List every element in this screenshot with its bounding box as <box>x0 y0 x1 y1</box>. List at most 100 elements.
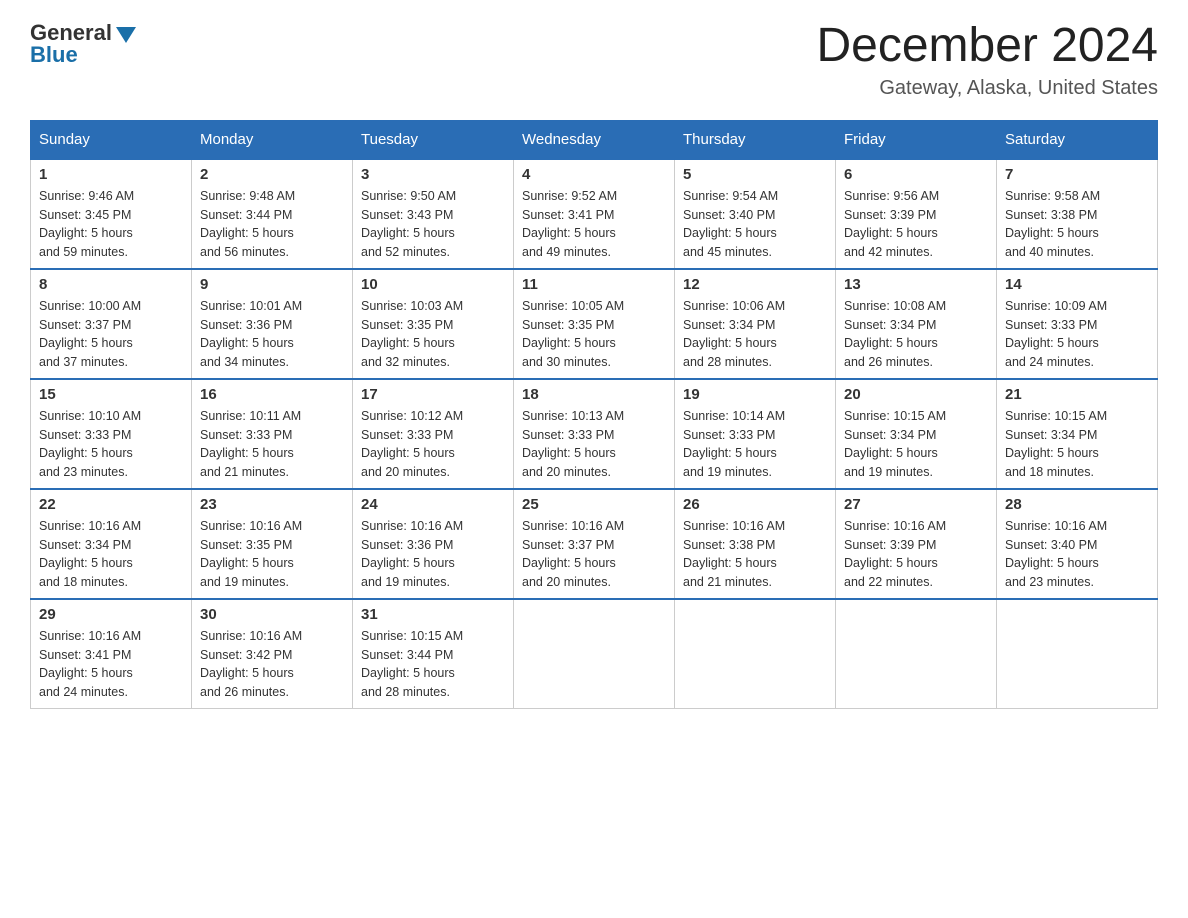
sunrise-text: Sunrise: 10:14 AM <box>683 409 785 423</box>
day-number: 3 <box>361 166 505 183</box>
sunrise-text: Sunrise: 10:09 AM <box>1005 299 1107 313</box>
calendar-day-cell: 9 Sunrise: 10:01 AM Sunset: 3:36 PM Dayl… <box>192 269 353 379</box>
day-info: Sunrise: 9:46 AM Sunset: 3:45 PM Dayligh… <box>39 187 183 262</box>
day-number: 24 <box>361 496 505 513</box>
daylight-text: Daylight: 5 hours <box>361 666 455 680</box>
sunset-text: Sunset: 3:44 PM <box>361 648 453 662</box>
day-number: 5 <box>683 166 827 183</box>
day-number: 23 <box>200 496 344 513</box>
sunrise-text: Sunrise: 9:50 AM <box>361 189 456 203</box>
day-info: Sunrise: 10:09 AM Sunset: 3:33 PM Daylig… <box>1005 297 1149 372</box>
day-number: 2 <box>200 166 344 183</box>
sunset-text: Sunset: 3:36 PM <box>200 318 292 332</box>
sunrise-text: Sunrise: 10:08 AM <box>844 299 946 313</box>
sunset-text: Sunset: 3:43 PM <box>361 208 453 222</box>
logo: General Blue <box>30 20 136 68</box>
daylight-minutes-text: and 23 minutes. <box>1005 575 1094 589</box>
day-info: Sunrise: 10:16 AM Sunset: 3:38 PM Daylig… <box>683 517 827 592</box>
daylight-text: Daylight: 5 hours <box>522 446 616 460</box>
daylight-minutes-text: and 20 minutes. <box>361 465 450 479</box>
sunset-text: Sunset: 3:35 PM <box>522 318 614 332</box>
sunrise-text: Sunrise: 10:06 AM <box>683 299 785 313</box>
daylight-text: Daylight: 5 hours <box>522 556 616 570</box>
daylight-text: Daylight: 5 hours <box>1005 226 1099 240</box>
daylight-text: Daylight: 5 hours <box>200 446 294 460</box>
calendar-week-row: 15 Sunrise: 10:10 AM Sunset: 3:33 PM Day… <box>31 379 1158 489</box>
day-number: 12 <box>683 276 827 293</box>
daylight-minutes-text: and 32 minutes. <box>361 355 450 369</box>
sunrise-text: Sunrise: 10:16 AM <box>683 519 785 533</box>
sunset-text: Sunset: 3:33 PM <box>200 428 292 442</box>
sunset-text: Sunset: 3:34 PM <box>844 318 936 332</box>
daylight-text: Daylight: 5 hours <box>844 446 938 460</box>
calendar-day-header: Monday <box>192 120 353 159</box>
calendar-title: December 2024 <box>816 20 1158 73</box>
daylight-text: Daylight: 5 hours <box>39 446 133 460</box>
day-info: Sunrise: 10:15 AM Sunset: 3:44 PM Daylig… <box>361 627 505 702</box>
daylight-text: Daylight: 5 hours <box>200 556 294 570</box>
daylight-text: Daylight: 5 hours <box>844 336 938 350</box>
sunset-text: Sunset: 3:34 PM <box>844 428 936 442</box>
day-info: Sunrise: 10:12 AM Sunset: 3:33 PM Daylig… <box>361 407 505 482</box>
daylight-text: Daylight: 5 hours <box>844 556 938 570</box>
sunset-text: Sunset: 3:38 PM <box>1005 208 1097 222</box>
calendar-day-cell: 10 Sunrise: 10:03 AM Sunset: 3:35 PM Day… <box>353 269 514 379</box>
sunset-text: Sunset: 3:35 PM <box>361 318 453 332</box>
sunset-text: Sunset: 3:44 PM <box>200 208 292 222</box>
day-number: 17 <box>361 386 505 403</box>
logo-blue-text: Blue <box>30 42 78 68</box>
day-number: 4 <box>522 166 666 183</box>
day-number: 30 <box>200 606 344 623</box>
day-info: Sunrise: 10:14 AM Sunset: 3:33 PM Daylig… <box>683 407 827 482</box>
calendar-day-cell: 28 Sunrise: 10:16 AM Sunset: 3:40 PM Day… <box>997 489 1158 599</box>
sunset-text: Sunset: 3:38 PM <box>683 538 775 552</box>
daylight-minutes-text: and 21 minutes. <box>683 575 772 589</box>
sunrise-text: Sunrise: 10:15 AM <box>1005 409 1107 423</box>
sunrise-text: Sunrise: 10:16 AM <box>844 519 946 533</box>
calendar-day-cell: 17 Sunrise: 10:12 AM Sunset: 3:33 PM Day… <box>353 379 514 489</box>
sunrise-text: Sunrise: 10:16 AM <box>522 519 624 533</box>
daylight-minutes-text: and 37 minutes. <box>39 355 128 369</box>
calendar-day-cell: 22 Sunrise: 10:16 AM Sunset: 3:34 PM Day… <box>31 489 192 599</box>
calendar-day-cell <box>997 599 1158 709</box>
sunset-text: Sunset: 3:41 PM <box>522 208 614 222</box>
calendar-week-row: 8 Sunrise: 10:00 AM Sunset: 3:37 PM Dayl… <box>31 269 1158 379</box>
daylight-text: Daylight: 5 hours <box>39 336 133 350</box>
sunset-text: Sunset: 3:40 PM <box>683 208 775 222</box>
day-number: 15 <box>39 386 183 403</box>
calendar-day-cell: 2 Sunrise: 9:48 AM Sunset: 3:44 PM Dayli… <box>192 159 353 269</box>
daylight-minutes-text: and 23 minutes. <box>39 465 128 479</box>
calendar-day-cell: 5 Sunrise: 9:54 AM Sunset: 3:40 PM Dayli… <box>675 159 836 269</box>
calendar-day-cell: 27 Sunrise: 10:16 AM Sunset: 3:39 PM Day… <box>836 489 997 599</box>
calendar-week-row: 22 Sunrise: 10:16 AM Sunset: 3:34 PM Day… <box>31 489 1158 599</box>
daylight-text: Daylight: 5 hours <box>200 336 294 350</box>
sunrise-text: Sunrise: 9:48 AM <box>200 189 295 203</box>
day-info: Sunrise: 10:08 AM Sunset: 3:34 PM Daylig… <box>844 297 988 372</box>
calendar-day-cell: 13 Sunrise: 10:08 AM Sunset: 3:34 PM Day… <box>836 269 997 379</box>
day-info: Sunrise: 10:03 AM Sunset: 3:35 PM Daylig… <box>361 297 505 372</box>
day-info: Sunrise: 10:06 AM Sunset: 3:34 PM Daylig… <box>683 297 827 372</box>
sunset-text: Sunset: 3:40 PM <box>1005 538 1097 552</box>
title-area: December 2024 Gateway, Alaska, United St… <box>816 20 1158 100</box>
daylight-text: Daylight: 5 hours <box>39 556 133 570</box>
day-info: Sunrise: 9:58 AM Sunset: 3:38 PM Dayligh… <box>1005 187 1149 262</box>
day-number: 19 <box>683 386 827 403</box>
calendar-day-header: Wednesday <box>514 120 675 159</box>
daylight-minutes-text: and 56 minutes. <box>200 245 289 259</box>
daylight-text: Daylight: 5 hours <box>361 556 455 570</box>
daylight-minutes-text: and 18 minutes. <box>39 575 128 589</box>
daylight-text: Daylight: 5 hours <box>844 226 938 240</box>
daylight-minutes-text: and 19 minutes. <box>683 465 772 479</box>
daylight-text: Daylight: 5 hours <box>522 336 616 350</box>
calendar-day-header: Sunday <box>31 120 192 159</box>
daylight-text: Daylight: 5 hours <box>200 226 294 240</box>
calendar-location: Gateway, Alaska, United States <box>816 77 1158 100</box>
calendar-day-cell: 6 Sunrise: 9:56 AM Sunset: 3:39 PM Dayli… <box>836 159 997 269</box>
day-info: Sunrise: 10:10 AM Sunset: 3:33 PM Daylig… <box>39 407 183 482</box>
calendar-day-cell: 7 Sunrise: 9:58 AM Sunset: 3:38 PM Dayli… <box>997 159 1158 269</box>
calendar-day-cell <box>836 599 997 709</box>
daylight-minutes-text: and 40 minutes. <box>1005 245 1094 259</box>
sunrise-text: Sunrise: 10:16 AM <box>361 519 463 533</box>
daylight-minutes-text: and 28 minutes. <box>683 355 772 369</box>
day-number: 26 <box>683 496 827 513</box>
